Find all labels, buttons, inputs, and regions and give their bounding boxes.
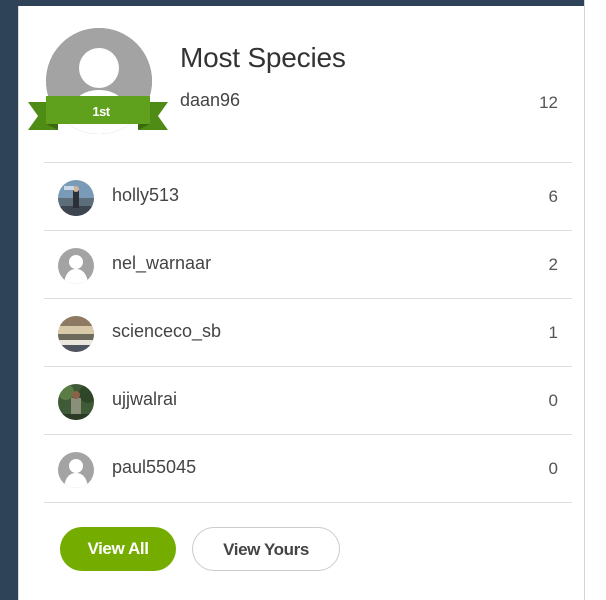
view-yours-button[interactable]: View Yours xyxy=(192,527,340,571)
default-person-icon xyxy=(58,452,94,488)
leader-username[interactable]: daan96 xyxy=(180,90,240,111)
user-avatar[interactable] xyxy=(58,248,94,284)
divider xyxy=(44,502,572,503)
species-count: 0 xyxy=(548,459,558,478)
species-count: 2 xyxy=(548,255,558,274)
user-avatar[interactable] xyxy=(58,180,94,216)
leaderboard-title: Most Species xyxy=(180,42,346,73)
species-count: 6 xyxy=(548,187,558,206)
username[interactable]: ujjwalrai xyxy=(112,389,177,410)
username[interactable]: paul55045 xyxy=(112,457,196,478)
list-item[interactable]: holly513 6 xyxy=(44,163,572,231)
adjacent-panel xyxy=(585,0,606,600)
user-avatar[interactable] xyxy=(58,384,94,420)
list-item[interactable]: paul55045 0 xyxy=(44,435,572,503)
photo-landscape xyxy=(58,316,94,352)
first-place-badge: 1st xyxy=(92,104,110,119)
username[interactable]: scienceco_sb xyxy=(112,321,221,342)
species-count: 0 xyxy=(548,391,558,410)
leader-species-count: 12 xyxy=(539,93,558,112)
list-item[interactable]: ujjwalrai 0 xyxy=(44,367,572,435)
photo-person-coast xyxy=(58,180,94,216)
user-avatar[interactable] xyxy=(58,316,94,352)
list-item[interactable]: nel_warnaar 2 xyxy=(44,231,572,299)
default-person-icon xyxy=(58,248,94,284)
list-item[interactable]: scienceco_sb 1 xyxy=(44,299,572,367)
username[interactable]: nel_warnaar xyxy=(112,253,211,274)
username[interactable]: holly513 xyxy=(112,185,179,206)
view-all-button[interactable]: View All xyxy=(60,527,176,571)
photo-person-forest xyxy=(58,384,94,420)
species-count: 1 xyxy=(548,323,558,342)
user-avatar[interactable] xyxy=(58,452,94,488)
